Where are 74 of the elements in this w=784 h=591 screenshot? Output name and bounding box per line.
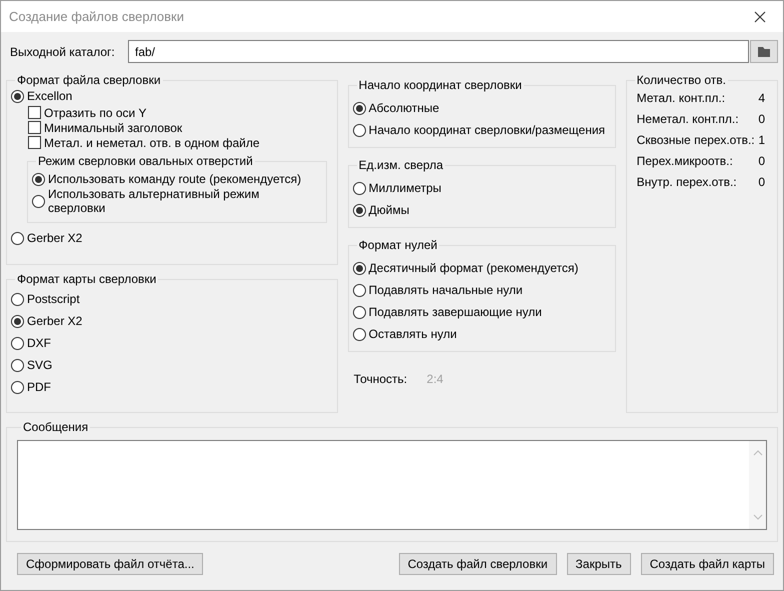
folder-icon: [757, 45, 771, 58]
scroll-down-icon: [752, 513, 762, 521]
scroll-up-icon: [752, 449, 762, 457]
close-button[interactable]: Закрыть: [566, 553, 631, 575]
group-title: Формат нулей: [358, 238, 438, 252]
window-title: Создание файлов сверловки: [9, 9, 184, 24]
count-value: 1: [758, 132, 765, 146]
scrollbar[interactable]: [749, 441, 766, 529]
radio-button[interactable]: [11, 90, 24, 102]
count-label: Внутр. перех.отв.:: [636, 174, 737, 188]
create-map-file-button[interactable]: Создать файл карты: [640, 553, 774, 575]
checkbox-label[interactable]: Отразить по оси Y: [44, 106, 147, 120]
radio-label[interactable]: SVG: [27, 358, 52, 372]
radio-label[interactable]: Gerber X2: [27, 314, 82, 328]
checkbox[interactable]: [28, 121, 41, 134]
count-value: 4: [758, 90, 765, 104]
radio-label[interactable]: Postscript: [27, 292, 80, 306]
radio-button[interactable]: [11, 232, 24, 244]
radio-label[interactable]: Десятичный формат (рекомендуется): [368, 261, 578, 275]
messages-field[interactable]: [17, 440, 767, 530]
radio-button[interactable]: [11, 336, 24, 350]
group-title: Ед.изм. сверла: [358, 158, 444, 172]
group-title: Режим сверловки овальных отверстий: [37, 154, 254, 168]
radio-button[interactable]: [352, 262, 366, 274]
radio-button[interactable]: [352, 124, 366, 136]
radio-label[interactable]: Gerber X2: [27, 231, 82, 245]
radio-button[interactable]: [11, 358, 24, 372]
radio-label[interactable]: Excellon: [27, 89, 72, 103]
radio-label[interactable]: Подавлять начальные нули: [368, 283, 523, 297]
radio-button[interactable]: [352, 182, 366, 194]
field-label: Выходной каталог:: [10, 44, 116, 58]
group-title: Формат карты сверловки: [16, 272, 158, 286]
precision-value: 2:4: [426, 372, 444, 386]
radio-button[interactable]: [11, 292, 24, 306]
close-icon: [754, 10, 766, 22]
radio-label[interactable]: Оставлять нули: [368, 327, 457, 341]
radio-label[interactable]: Использовать альтернативный режим сверловки: [48, 187, 320, 215]
path-field[interactable]: fab/: [128, 40, 749, 63]
radio-label[interactable]: Дюймы: [368, 203, 410, 217]
radio-button[interactable]: [352, 328, 366, 340]
count-label: Метал. конт.пл.:: [636, 90, 726, 104]
create-drill-file-button[interactable]: Создать файл сверловки: [398, 553, 557, 575]
radio-label[interactable]: DXF: [27, 336, 51, 350]
group-title: Формат файла сверловки: [16, 73, 162, 87]
radio-label[interactable]: Использовать команду route (рекомендуется): [48, 172, 302, 186]
radio-button[interactable]: [352, 284, 366, 296]
count-label: Сквозные перех.отв.:: [636, 132, 755, 146]
radio-button[interactable]: [352, 102, 366, 114]
checkbox-label[interactable]: Минимальный заголовок: [44, 120, 182, 134]
radio-label[interactable]: Миллиметры: [368, 181, 442, 195]
radio-button[interactable]: [11, 314, 24, 328]
checkbox[interactable]: [28, 106, 41, 119]
radio-label[interactable]: Абсолютные: [368, 101, 440, 115]
radio-button[interactable]: [32, 194, 45, 208]
count-value: 0: [758, 112, 765, 126]
precision-label: Точность:: [354, 372, 408, 386]
report-button[interactable]: Сформировать файл отчёта...: [17, 553, 204, 575]
radio-button[interactable]: [352, 204, 366, 216]
radio-label[interactable]: Подавлять завершающие нули: [368, 305, 542, 319]
count-value: 0: [758, 174, 765, 188]
count-label: Неметал. конт.пл.:: [636, 112, 739, 126]
count-value: 0: [758, 154, 765, 168]
group-title: Сообщения: [22, 420, 90, 434]
group-title: Начало координат сверловки: [358, 78, 523, 92]
group-title: Количество отв.: [636, 73, 727, 87]
radio-button[interactable]: [11, 380, 24, 394]
checkbox-label[interactable]: Метал. и неметал. отв. в одном файле: [44, 136, 260, 150]
count-label: Перех.микроотв.:: [636, 154, 733, 168]
radio-label[interactable]: PDF: [27, 380, 51, 394]
radio-label[interactable]: Начало координат сверловки/размещения: [368, 123, 606, 137]
checkbox[interactable]: [28, 136, 41, 149]
radio-button[interactable]: [352, 306, 366, 318]
browse-button[interactable]: [750, 40, 778, 63]
radio-button[interactable]: [32, 172, 45, 186]
